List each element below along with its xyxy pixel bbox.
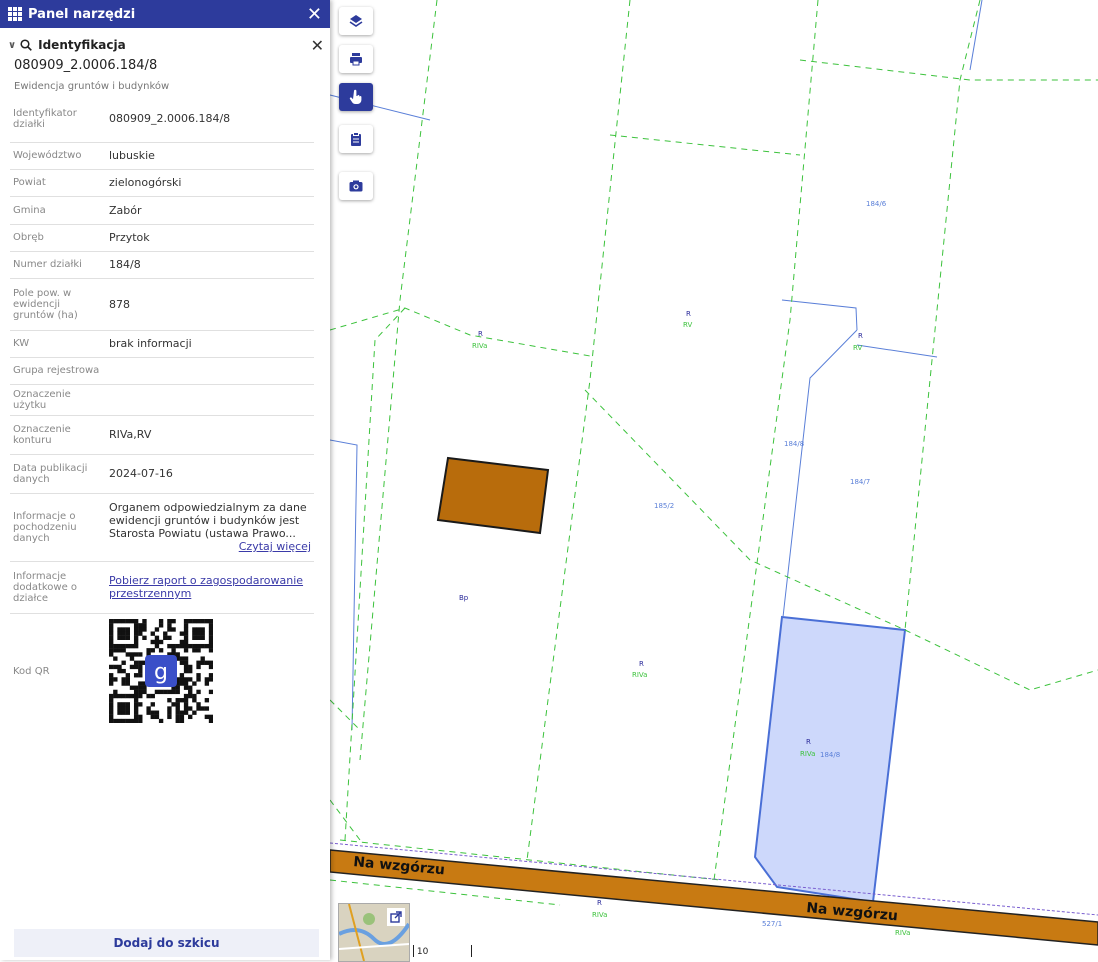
map-label: RIVa xyxy=(800,750,815,758)
attr-value: lubuskie xyxy=(106,142,314,170)
table-row: Kod QR g xyxy=(10,613,314,729)
attr-value: Zabór xyxy=(106,196,314,225)
map-label: R xyxy=(478,330,483,338)
map-label: 527/1 xyxy=(762,920,782,928)
attr-key: KW xyxy=(10,330,106,358)
parcel-id-title: 080909_2.0006.184/8 xyxy=(14,58,158,73)
table-row: Pole pow. w ewidencji gruntów (ha) 878 xyxy=(10,278,314,331)
attr-key: Oznaczenie użytku xyxy=(10,384,106,416)
minimap[interactable] xyxy=(338,903,410,962)
layers-icon xyxy=(349,15,363,27)
chevron-down-icon[interactable]: ∨ xyxy=(8,40,16,51)
add-to-sketch-button[interactable]: Dodaj do szkicu xyxy=(14,929,319,957)
attr-value: 878 xyxy=(106,278,314,331)
attr-value: brak informacji xyxy=(106,330,314,358)
map-label: RIVa xyxy=(632,671,647,679)
scale-bar: 10 xyxy=(413,945,473,957)
attr-key: Gmina xyxy=(10,196,106,225)
map-label: 185/2 xyxy=(654,502,674,510)
map-label: R xyxy=(858,332,863,340)
attr-value: 080909_2.0006.184/8 xyxy=(106,96,314,143)
attr-key: Informacje dodatkowe o działce xyxy=(10,561,106,614)
attr-key: Kod QR xyxy=(13,665,50,677)
external-link-icon xyxy=(390,911,402,923)
camera-icon xyxy=(349,180,363,192)
expand-minimap-button[interactable] xyxy=(387,908,405,926)
attr-key: Identyfikator działki xyxy=(10,96,106,143)
map-label: RIVa xyxy=(472,342,487,350)
close-section-button[interactable]: ✕ xyxy=(311,36,324,55)
identify-hand-icon xyxy=(349,89,362,104)
table-row: Gmina Zabór xyxy=(10,196,314,225)
table-row: Informacje o pochodzeniu danych Organem … xyxy=(10,493,314,562)
map-label: 184/8 xyxy=(784,440,804,448)
clipboard-icon xyxy=(351,131,361,146)
scale-label: 10 xyxy=(416,947,429,957)
svg-text:g: g xyxy=(154,660,168,685)
attributes-table: Identyfikator działki 080909_2.0006.184/8… xyxy=(10,96,314,729)
table-row: Oznaczenie użytku xyxy=(10,384,314,416)
attr-value: RIVa,RV xyxy=(106,415,314,455)
attr-key: Data publikacji danych xyxy=(10,454,106,494)
section-title: Identyfikacja xyxy=(38,38,126,52)
attr-key: Grupa rejestrowa xyxy=(10,357,106,385)
read-more-link[interactable]: Czytaj więcej xyxy=(109,540,311,553)
table-row: Identyfikator działki 080909_2.0006.184/8 xyxy=(10,96,314,143)
map-label: R xyxy=(597,899,602,907)
table-row: Obręb Przytok xyxy=(10,224,314,252)
attr-value: 184/8 xyxy=(106,251,314,279)
qr-code-image: g xyxy=(109,619,214,724)
table-row: Oznaczenie konturu RIVa,RV xyxy=(10,415,314,455)
table-row: Informacje dodatkowe o działce Pobierz r… xyxy=(10,561,314,614)
map-label: 184/8 xyxy=(820,751,840,759)
apps-grid-icon[interactable] xyxy=(8,7,22,21)
map-label: RV xyxy=(683,321,692,329)
map-label: 184/6 xyxy=(866,200,887,208)
attr-key: Informacje o pochodzeniu danych xyxy=(10,493,106,562)
identify-button[interactable] xyxy=(339,83,373,111)
attr-value: zielonogórski xyxy=(106,169,314,197)
table-row: Grupa rejestrowa xyxy=(10,357,314,385)
map-label: R xyxy=(639,660,644,668)
attr-key: Numer działki xyxy=(10,251,106,279)
origin-text: Organem odpowiedzialnym za dane ewidencj… xyxy=(109,501,307,540)
map-label: R xyxy=(806,738,811,746)
print-button[interactable] xyxy=(339,45,373,73)
table-row: KW brak informacji xyxy=(10,330,314,358)
attr-key: Powiat xyxy=(10,169,106,197)
table-row: Numer działki 184/8 xyxy=(10,251,314,279)
screenshot-button[interactable] xyxy=(339,172,373,200)
search-icon xyxy=(20,39,32,51)
attr-value: 2024-07-16 xyxy=(106,454,314,494)
layers-button[interactable] xyxy=(339,7,373,35)
panel-header: Panel narzędzi ✕ xyxy=(0,0,330,28)
building[interactable] xyxy=(436,456,550,535)
map-label: R xyxy=(686,310,691,318)
panel-title: Panel narzędzi xyxy=(28,6,136,22)
clipboard-button[interactable] xyxy=(339,125,373,153)
map-label: RIVa xyxy=(592,911,607,919)
attr-key: Pole pow. w ewidencji gruntów (ha) xyxy=(10,278,106,331)
attr-value xyxy=(106,357,314,385)
attr-key: Obręb xyxy=(10,224,106,252)
attr-key: Województwo xyxy=(10,142,106,170)
table-row: Powiat zielonogórski xyxy=(10,169,314,197)
map-label: RIVa xyxy=(895,929,910,937)
attr-value: Przytok xyxy=(106,224,314,252)
identify-section-header[interactable]: ∨ Identyfikacja ✕ xyxy=(0,34,330,56)
spatial-report-link[interactable]: Pobierz raport o zagospodarowanie przest… xyxy=(109,574,303,600)
map-label: Bp xyxy=(459,594,469,602)
print-icon xyxy=(350,53,362,66)
tool-panel: Panel narzędzi ✕ ∨ Identyfikacja ✕ 08090… xyxy=(0,0,330,960)
table-row: Data publikacji danych 2024-07-16 xyxy=(10,454,314,494)
map-label: RV xyxy=(853,344,862,352)
table-row: Województwo lubuskie xyxy=(10,142,314,170)
parcel-source-subtitle: Ewidencja gruntów i budynków xyxy=(14,81,170,92)
attr-key: Oznaczenie konturu xyxy=(10,415,106,455)
attr-value xyxy=(106,384,314,416)
close-panel-button[interactable]: ✕ xyxy=(307,4,322,25)
qr-code: g xyxy=(109,619,214,724)
map-label: 184/7 xyxy=(850,478,870,486)
